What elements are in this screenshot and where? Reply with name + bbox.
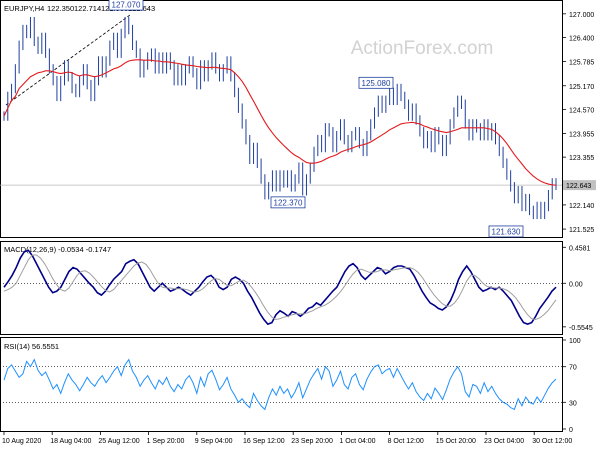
time-tick-label: 18 Aug 04:00 xyxy=(50,438,91,445)
chart-svg: ActionForex.com EURJPY,H4 122.350 122.71… xyxy=(0,0,596,445)
rsi-y-tick-label: 0 xyxy=(569,427,573,434)
macd-panel-frame xyxy=(0,241,563,335)
ohlc-open: 122.350 xyxy=(47,4,74,13)
price-y-tick-label: 123.955 xyxy=(569,132,594,139)
price-annotation-label: 125.080 xyxy=(362,79,391,88)
time-tick-label: 23 Oct 04:00 xyxy=(484,438,524,445)
watermark-text: ActionForex.com xyxy=(351,38,494,59)
price-y-tick-label: 123.355 xyxy=(569,155,594,162)
macd-y-tick-label: 0.4581 xyxy=(569,245,591,252)
time-tick-label: 15 Oct 20:00 xyxy=(436,438,476,445)
macd-label: MACD(12,26,9) -0.0534 -0.1747 xyxy=(4,245,111,254)
time-tick-label: 23 Sep 20:00 xyxy=(291,438,333,445)
rsi-y-tick-label: 70 xyxy=(569,365,577,372)
price-y-tick-label: 127.000 xyxy=(569,12,594,19)
time-tick-label: 9 Sep 04:00 xyxy=(195,438,233,445)
rsi-y-tick-label: 30 xyxy=(569,400,577,407)
price-symbol-label: EURJPY,H4 xyxy=(4,4,44,13)
price-y-tick-label: 124.570 xyxy=(569,107,594,114)
time-tick-label: 30 Oct 12:00 xyxy=(532,438,572,445)
price-y-tick-label: 126.400 xyxy=(569,35,594,42)
time-tick-label: 1 Oct 04:00 xyxy=(339,438,375,445)
rsi-panel: RSI(14) 56.5551 100 70 30 0 xyxy=(0,337,581,434)
macd-y-tick-label: -0.5545 xyxy=(569,325,593,332)
price-annotation-label: 121.630 xyxy=(492,227,521,236)
price-annotation-label: 122.370 xyxy=(274,198,303,207)
rsi-label: RSI(14) 56.5551 xyxy=(4,342,59,351)
price-y-tick-label: 122.140 xyxy=(569,203,594,210)
macd-y-tick-label: 0.00 xyxy=(569,281,583,288)
time-tick-label: 8 Oct 12:00 xyxy=(388,438,424,445)
ohlc-high: 122.714 xyxy=(74,4,101,13)
price-annotation-label: 127.070 xyxy=(112,1,141,10)
chart-area: ActionForex.com EURJPY,H4 122.350 122.71… xyxy=(0,0,600,450)
rsi-panel-frame xyxy=(0,337,563,432)
price-panel: ActionForex.com EURJPY,H4 122.350 122.71… xyxy=(0,0,596,238)
price-y-tick-label: 125.785 xyxy=(569,60,594,67)
time-tick-label: 25 Aug 12:00 xyxy=(98,438,139,445)
time-tick-label: 16 Sep 12:00 xyxy=(243,438,285,445)
time-tick-label: 10 Aug 2020 xyxy=(2,438,41,445)
current-price-label: 122.643 xyxy=(566,183,591,190)
time-axis: 10 Aug 2020 18 Aug 04:00 25 Aug 12:00 1 Sep… xyxy=(2,432,572,445)
rsi-y-tick-label: 100 xyxy=(569,338,581,345)
price-y-tick-label: 125.170 xyxy=(569,84,594,91)
macd-panel: MACD(12,26,9) -0.0534 -0.1747 0.4581 0.00… xyxy=(0,241,593,335)
price-y-tick-label: 121.525 xyxy=(569,227,594,234)
time-tick-label: 1 Sep 20:00 xyxy=(147,438,185,445)
